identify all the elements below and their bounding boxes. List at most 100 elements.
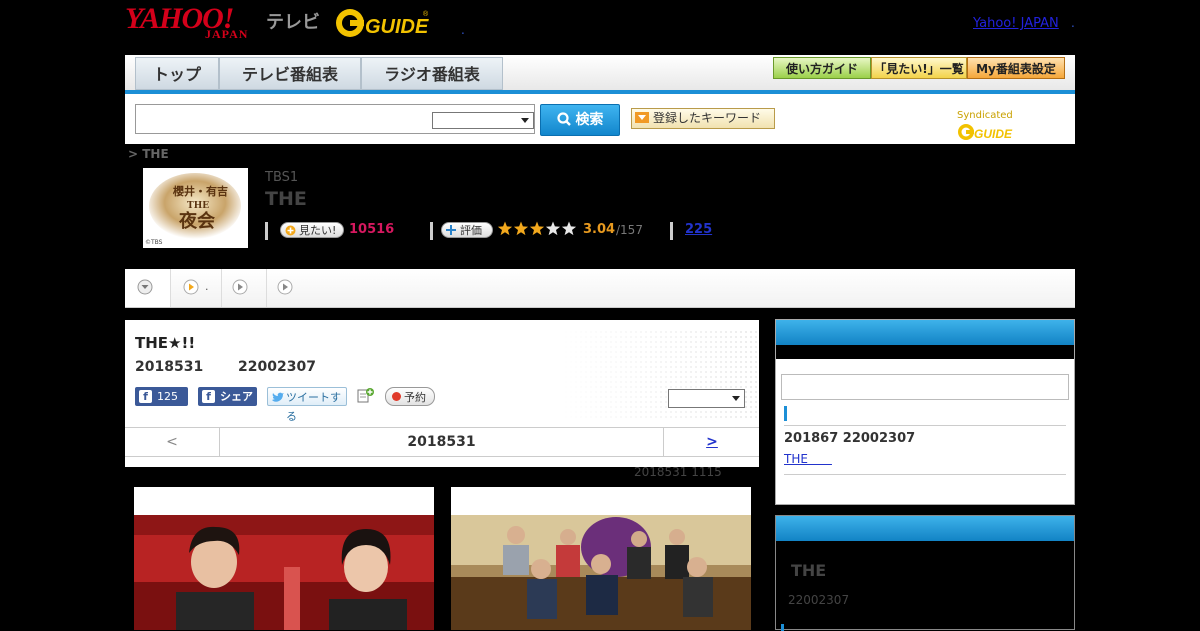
add-bookmark-button[interactable] <box>357 387 374 406</box>
dropdown-arrow-icon <box>635 112 649 123</box>
main-nav: トップ テレビ番組表 ラジオ番組表 使い方ガイド 「見たい!」一覧 My番組表設… <box>125 55 1075 94</box>
program-photo-2[interactable] <box>451 487 751 630</box>
facebook-share-button[interactable]: f シェア <box>198 387 257 406</box>
header-separator-dot-right: . <box>1071 16 1075 30</box>
pager-next[interactable]: > <box>663 428 760 456</box>
reserve-label: 予約 <box>404 391 426 404</box>
plus-icon <box>285 225 296 236</box>
star-filled-icon <box>513 221 529 236</box>
chevron-down-icon <box>521 118 529 123</box>
sidebar-box-subheader <box>776 345 1074 359</box>
mitai-label: 見たい! <box>299 224 337 237</box>
nav-tab-tv-schedule[interactable]: テレビ番組表 <box>219 57 361 90</box>
mitai-button[interactable]: 見たい! <box>280 222 344 238</box>
program-title: THE <box>265 188 307 210</box>
program-photo-1[interactable] <box>134 487 434 630</box>
search-category-select[interactable] <box>432 112 534 129</box>
tab-active[interactable] <box>125 269 170 307</box>
comment-count-link[interactable]: 225 <box>685 222 712 237</box>
star-empty-icon <box>561 221 577 236</box>
registered-keywords-button[interactable]: 登録したキーワード <box>631 108 775 129</box>
svg-text:GUIDE: GUIDE <box>365 16 429 38</box>
rate-button[interactable]: 評価 <box>441 222 493 238</box>
chevron-down-icon <box>732 396 740 401</box>
chevron-down-circle-icon <box>137 279 153 295</box>
nav-tab-radio-schedule[interactable]: ラジオ番組表 <box>361 57 503 90</box>
sidebar-broadcast-box: 201867 22002307 THE <box>775 319 1075 505</box>
watchlist-button[interactable]: 「見たい!」一覧 <box>871 57 967 79</box>
facebook-icon: f <box>202 390 215 403</box>
star-filled-icon <box>497 221 513 236</box>
plus-icon <box>446 225 456 235</box>
star-filled-icon <box>529 221 545 236</box>
tweet-button[interactable]: ツイートする <box>267 387 347 423</box>
broadcast-time: 22002307 <box>238 359 316 375</box>
search-button[interactable]: 検索 <box>540 104 620 136</box>
svg-text:®: ® <box>423 10 429 18</box>
gguide-small-logo: GUIDE <box>958 124 1013 141</box>
yahoo-japan-logo-sub: JAPAN <box>205 27 249 41</box>
episode-select[interactable] <box>668 389 745 408</box>
broadcast-date: 2018531 <box>135 359 204 375</box>
tab-4[interactable] <box>267 269 311 307</box>
bookmark-add-icon <box>357 388 374 403</box>
search-area: 検索 登録したキーワード Syndicated GUIDE <box>125 94 1075 144</box>
channel-name: TBS1 <box>265 170 299 185</box>
tab-2[interactable]: . <box>171 269 221 307</box>
svg-text:櫻井・有吉: 櫻井・有吉 <box>172 184 228 198</box>
tab-2-label: . <box>205 280 209 293</box>
sidebar-related-time: 22002307 <box>788 593 850 607</box>
facebook-count: 125 <box>157 390 178 403</box>
play-circle-icon <box>277 279 293 295</box>
nav-tab-top[interactable]: トップ <box>135 57 219 90</box>
tv-logo-text[interactable]: テレビ <box>266 8 320 34</box>
tab-3[interactable] <box>222 269 266 307</box>
rating-score: 3.04 <box>583 222 616 237</box>
svg-text:©TBS: ©TBS <box>145 239 163 246</box>
usage-guide-button[interactable]: 使い方ガイド <box>773 57 871 79</box>
program-tab-strip: . <box>125 269 1075 308</box>
divider <box>670 222 673 240</box>
rating-stars <box>497 221 577 241</box>
rating-total: /157 <box>616 223 643 237</box>
registered-keywords-label: 登録したキーワード <box>653 111 762 125</box>
sidebar-box-header <box>776 320 1074 345</box>
syndicated-label: Syndicated <box>957 110 1013 121</box>
sidebar-program-link[interactable]: THE <box>784 450 832 467</box>
rate-label: 評価 <box>460 224 482 237</box>
divider <box>265 222 268 240</box>
search-button-label: 検索 <box>575 112 604 128</box>
syndicated-gguide: Syndicated GUIDE <box>957 110 1075 143</box>
divider <box>784 474 1066 475</box>
tweet-label: ツイートする <box>286 391 341 423</box>
star-empty-icon <box>545 221 561 236</box>
facebook-icon: f <box>139 390 152 403</box>
sidebar-accent-bar <box>784 406 787 421</box>
pager-prev[interactable]: < <box>125 428 220 456</box>
svg-text:夜会: 夜会 <box>178 210 215 232</box>
sidebar-search-field[interactable] <box>781 374 1069 400</box>
my-schedule-settings-button[interactable]: My番組表設定 <box>967 57 1065 79</box>
record-icon <box>392 392 401 401</box>
breadcrumb[interactable]: > THE <box>128 147 169 161</box>
episode-pager: < 2018531 > <box>125 427 759 457</box>
yahoo-japan-link[interactable]: Yahoo! JAPAN <box>973 16 1059 31</box>
share-label: シェア <box>220 390 253 403</box>
sidebar-related-title: THE <box>791 561 827 580</box>
episode-title: THE★!! <box>135 334 196 352</box>
svg-text:GUIDE: GUIDE <box>974 127 1013 141</box>
divider <box>784 425 1066 426</box>
gguide-logo[interactable]: GUIDE ® <box>335 7 430 40</box>
divider <box>430 222 433 240</box>
mitai-count: 10516 <box>349 222 395 237</box>
header-separator-dot: . <box>461 23 465 37</box>
play-circle-icon <box>183 279 199 295</box>
sidebar-next-broadcast: 201867 22002307 <box>784 431 916 446</box>
reserve-recording-button[interactable]: 予約 <box>385 387 435 406</box>
facebook-like-button[interactable]: f 125 <box>135 387 188 406</box>
play-circle-icon <box>232 279 248 295</box>
svg-text:THE: THE <box>187 201 209 211</box>
program-thumbnail: 櫻井・有吉 THE 夜会 ©TBS <box>143 168 248 248</box>
sidebar-box-header <box>776 516 1074 541</box>
sidebar-related-box: THE 22002307 <box>775 515 1075 631</box>
